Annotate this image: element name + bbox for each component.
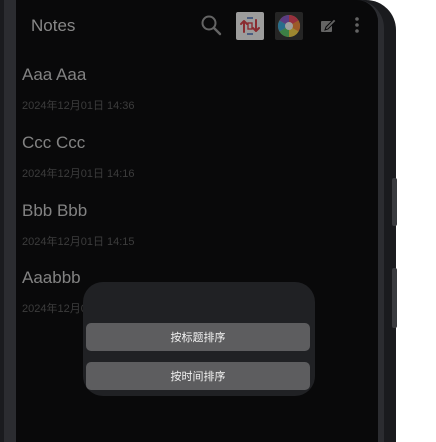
device-side-button — [392, 268, 397, 328]
sort-by-time-button[interactable]: 按时间排序 — [86, 362, 310, 390]
phone-screen: Notes Aaa Aaa 2024年12月01日 14:36 Ccc Ccc … — [16, 0, 378, 442]
sort-by-title-button[interactable]: 按标题排序 — [86, 323, 310, 351]
sort-dialog: 按标题排序 按时间排序 — [83, 282, 315, 396]
device-side-button — [392, 178, 397, 226]
